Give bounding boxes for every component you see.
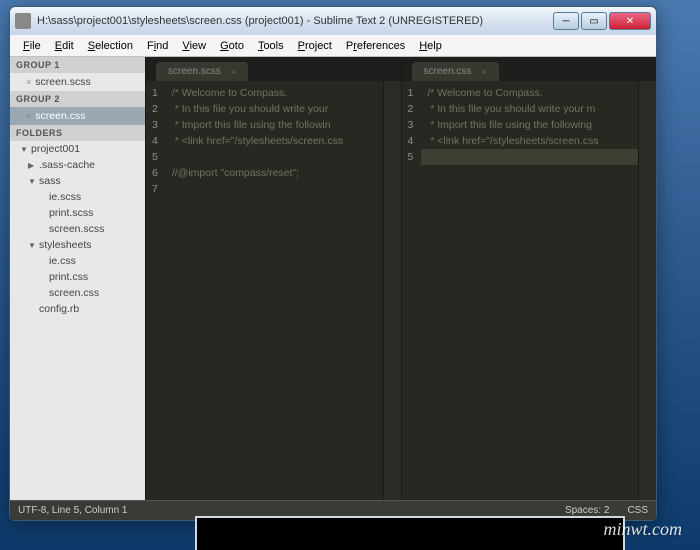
minimap-right[interactable] [638, 81, 656, 500]
menu-selection[interactable]: Selection [81, 38, 140, 54]
menu-file[interactable]: File [16, 38, 48, 54]
gutter-right: 12345 [402, 81, 422, 500]
folder-sass[interactable]: ▼sass [10, 173, 145, 189]
chevron-down-icon: ▼ [28, 177, 36, 186]
minimize-button[interactable]: ─ [553, 12, 579, 30]
close-icon[interactable]: × [231, 67, 236, 77]
editor-right[interactable]: 12345 /* Welcome to Compass. * In this f… [402, 81, 657, 500]
menubar: File Edit Selection Find View Goto Tools… [10, 35, 656, 57]
minimap-left[interactable] [383, 81, 401, 500]
group1-file[interactable]: ×screen.scss [10, 73, 145, 91]
close-icon[interactable]: × [481, 67, 486, 77]
chevron-right-icon: ▶ [28, 161, 36, 170]
editor-panes: screen.scss× 1234567 /* Welcome to Compa… [145, 57, 656, 500]
pane-right-tabs: screen.css× [402, 57, 657, 81]
window-controls: ─ ▭ ✕ [551, 12, 651, 30]
menu-view[interactable]: View [175, 38, 213, 54]
tab-screen-css[interactable]: screen.css× [412, 62, 499, 81]
app-window: H:\sass\project001\stylesheets\screen.cs… [9, 6, 657, 521]
folders-header: FOLDERS [10, 125, 145, 141]
chevron-down-icon: ▼ [20, 145, 28, 154]
close-icon[interactable]: × [26, 77, 31, 87]
watermark: minwt.com [604, 519, 683, 540]
menu-tools[interactable]: Tools [251, 38, 291, 54]
folder-sass-cache[interactable]: ▶.sass-cache [10, 157, 145, 173]
code-lines-left[interactable]: /* Welcome to Compass. * In this file yo… [166, 81, 383, 500]
group2-file[interactable]: ×screen.css [10, 107, 145, 125]
menu-preferences[interactable]: Preferences [339, 38, 412, 54]
menu-help[interactable]: Help [412, 38, 449, 54]
code-lines-right[interactable]: /* Welcome to Compass. * In this file yo… [421, 81, 638, 500]
file-ie-css[interactable]: ie.css [10, 253, 145, 269]
pane-right: screen.css× 12345 /* Welcome to Compass.… [401, 57, 657, 500]
editor-left[interactable]: 1234567 /* Welcome to Compass. * In this… [146, 81, 401, 500]
folder-stylesheets[interactable]: ▼stylesheets [10, 237, 145, 253]
group2-header: GROUP 2 [10, 91, 145, 107]
window-title: H:\sass\project001\stylesheets\screen.cs… [37, 15, 551, 27]
file-ie-scss[interactable]: ie.scss [10, 189, 145, 205]
file-print-scss[interactable]: print.scss [10, 205, 145, 221]
file-screen-scss[interactable]: screen.scss [10, 221, 145, 237]
sidebar: GROUP 1 ×screen.scss GROUP 2 ×screen.css… [10, 57, 145, 500]
file-print-css[interactable]: print.css [10, 269, 145, 285]
close-button[interactable]: ✕ [609, 12, 651, 30]
app-icon [15, 13, 31, 29]
group1-header: GROUP 1 [10, 57, 145, 73]
pane-left: screen.scss× 1234567 /* Welcome to Compa… [145, 57, 401, 500]
tab-screen-scss[interactable]: screen.scss× [156, 62, 248, 81]
close-icon[interactable]: × [26, 111, 31, 121]
file-config-rb[interactable]: config.rb [10, 301, 145, 317]
status-lang[interactable]: CSS [627, 505, 648, 516]
menu-edit[interactable]: Edit [48, 38, 81, 54]
menu-find[interactable]: Find [140, 38, 175, 54]
menu-project[interactable]: Project [291, 38, 339, 54]
file-screen-css[interactable]: screen.css [10, 285, 145, 301]
folder-root[interactable]: ▼project001 [10, 141, 145, 157]
gutter-left: 1234567 [146, 81, 166, 500]
titlebar[interactable]: H:\sass\project001\stylesheets\screen.cs… [10, 7, 656, 35]
taskbar-thumbnail[interactable] [195, 516, 625, 550]
chevron-down-icon: ▼ [28, 241, 36, 250]
pane-left-tabs: screen.scss× [146, 57, 401, 81]
menu-goto[interactable]: Goto [213, 38, 251, 54]
editor-body: GROUP 1 ×screen.scss GROUP 2 ×screen.css… [10, 57, 656, 500]
maximize-button[interactable]: ▭ [581, 12, 607, 30]
status-cursor[interactable]: UTF-8, Line 5, Column 1 [18, 505, 128, 516]
status-spaces[interactable]: Spaces: 2 [565, 505, 609, 516]
